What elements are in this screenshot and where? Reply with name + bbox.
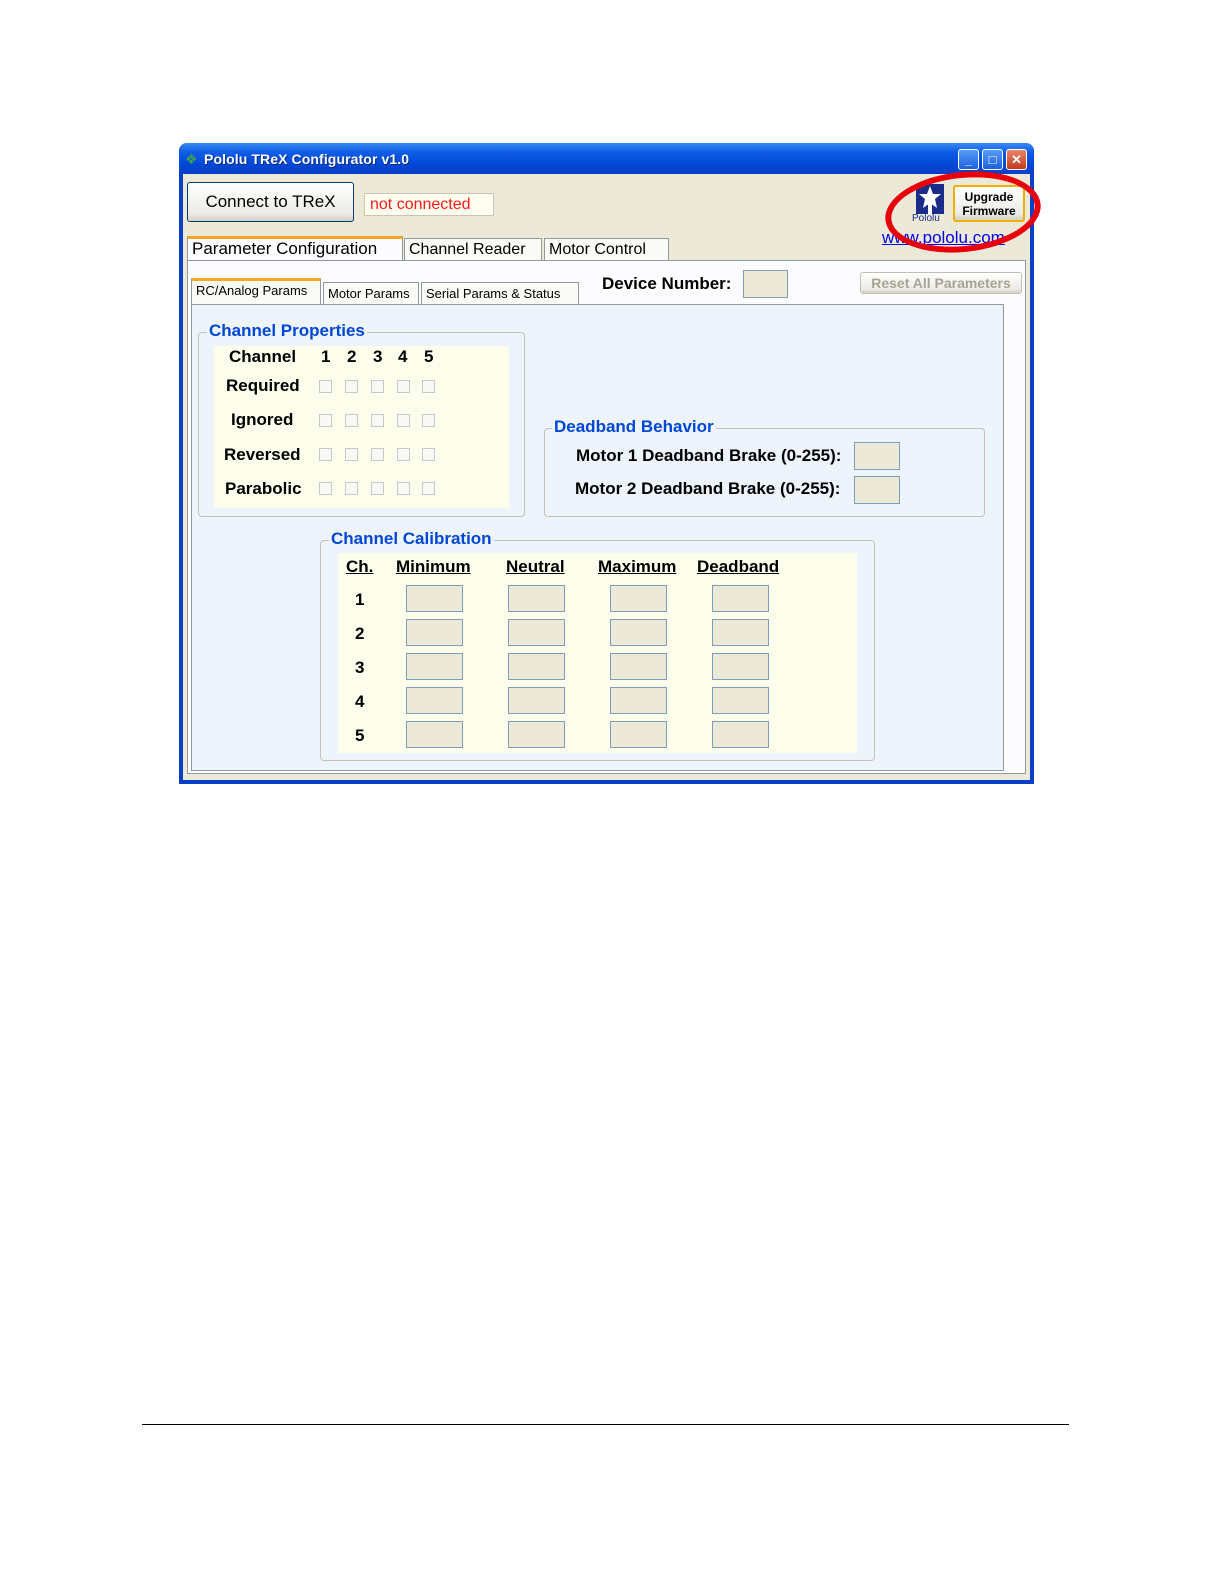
reset-all-parameters-button[interactable]: Reset All Parameters [860,272,1022,294]
calibration-col-maximum: Maximum [598,557,677,576]
required-ch5-checkbox[interactable] [422,380,435,393]
required-ch3-checkbox[interactable] [371,380,384,393]
ch3-maximum-input[interactable] [610,653,667,680]
calibration-row-2-label: 2 [355,624,365,643]
device-number-input[interactable] [743,270,788,298]
ignored-ch3-checkbox[interactable] [371,414,384,427]
ch5-minimum-input[interactable] [406,721,463,748]
parabolic-ch1-checkbox[interactable] [319,482,332,495]
ch1-maximum-input[interactable] [610,585,667,612]
subtab-motor-params[interactable]: Motor Params [323,282,419,304]
channel-properties-title: Channel Properties [207,321,367,341]
minimize-button[interactable]: _ [958,149,979,170]
motor1-deadband-input[interactable] [854,442,900,470]
window-title: Pololu TReX Configurator v1.0 [204,151,410,167]
channel-calibration-title: Channel Calibration [329,529,494,549]
calibration-row-4-label: 4 [355,692,365,711]
ch1-deadband-input[interactable] [712,585,769,612]
channel-header-label: Channel [229,347,297,366]
reversed-ch5-checkbox[interactable] [422,448,435,461]
title-bar[interactable]: ❖ Pololu TReX Configurator v1.0 _ □ ✕ [179,143,1034,174]
ch3-deadband-input[interactable] [712,653,769,680]
row-label-ignored: Ignored [231,410,294,429]
ignored-ch1-checkbox[interactable] [319,414,332,427]
ch4-maximum-input[interactable] [610,687,667,714]
calibration-col-deadband: Deadband [697,557,780,576]
row-label-required: Required [226,376,300,395]
parabolic-ch3-checkbox[interactable] [371,482,384,495]
connect-button[interactable]: Connect to TReX [187,182,354,222]
ch5-maximum-input[interactable] [610,721,667,748]
required-ch1-checkbox[interactable] [319,380,332,393]
device-number-label: Device Number: [602,274,732,293]
ch2-deadband-input[interactable] [712,619,769,646]
ch3-neutral-input[interactable] [508,653,565,680]
app-icon: ❖ [185,151,198,167]
ch1-neutral-input[interactable] [508,585,565,612]
ch4-deadband-input[interactable] [712,687,769,714]
calibration-row-5-label: 5 [355,726,365,745]
tab-parameter-configuration[interactable]: Parameter Configuration [187,236,403,262]
ch5-neutral-input[interactable] [508,721,565,748]
row-label-parabolic: Parabolic [225,479,302,498]
calibration-col-minimum: Minimum [396,557,471,576]
reversed-ch2-checkbox[interactable] [345,448,358,461]
app-window: ❖ Pololu TReX Configurator v1.0 _ □ ✕ Co… [179,143,1045,784]
motor2-deadband-label: Motor 2 Deadband Brake (0-255): [575,479,841,498]
maximize-button[interactable]: □ [982,149,1003,170]
ch4-minimum-input[interactable] [406,687,463,714]
connection-status: not connected [364,193,494,216]
ch5-deadband-input[interactable] [712,721,769,748]
calibration-row-1-label: 1 [355,590,365,609]
calibration-row-3-label: 3 [355,658,365,677]
channel-number-2: 2 [347,347,357,366]
reversed-ch4-checkbox[interactable] [397,448,410,461]
deadband-behavior-group [544,428,985,517]
ch3-minimum-input[interactable] [406,653,463,680]
client-area: Connect to TReX not connected Pololu Upg… [183,164,1045,780]
channel-number-5: 5 [424,347,434,366]
ch1-minimum-input[interactable] [406,585,463,612]
required-ch4-checkbox[interactable] [397,380,410,393]
row-label-reversed: Reversed [224,445,301,464]
subtab-rc-analog-params[interactable]: RC/Analog Params [191,278,321,305]
rc-analog-params-page: Channel Properties Channel 1 2 3 4 5 Req… [191,304,1004,771]
channel-number-4: 4 [398,347,408,366]
ch2-maximum-input[interactable] [610,619,667,646]
parabolic-ch2-checkbox[interactable] [345,482,358,495]
close-button[interactable]: ✕ [1006,149,1027,170]
parabolic-ch5-checkbox[interactable] [422,482,435,495]
calibration-col-neutral: Neutral [506,557,565,576]
tab-motor-control[interactable]: Motor Control [544,238,669,260]
subtab-serial-params-status[interactable]: Serial Params & Status [421,282,579,304]
parabolic-ch4-checkbox[interactable] [397,482,410,495]
ch4-neutral-input[interactable] [508,687,565,714]
motor2-deadband-input[interactable] [854,476,900,504]
required-ch2-checkbox[interactable] [345,380,358,393]
channel-number-1: 1 [321,347,331,366]
parameter-configuration-page: RC/Analog Params Motor Params Serial Par… [187,260,1026,774]
ch2-minimum-input[interactable] [406,619,463,646]
ch2-neutral-input[interactable] [508,619,565,646]
page-footer-rule [142,1424,1069,1425]
ignored-ch4-checkbox[interactable] [397,414,410,427]
calibration-col-ch: Ch. [346,557,374,576]
motor1-deadband-label: Motor 1 Deadband Brake (0-255): [576,446,842,465]
ignored-ch5-checkbox[interactable] [422,414,435,427]
channel-number-3: 3 [373,347,383,366]
tab-channel-reader[interactable]: Channel Reader [404,238,542,260]
reversed-ch1-checkbox[interactable] [319,448,332,461]
deadband-behavior-title: Deadband Behavior [552,417,716,437]
ignored-ch2-checkbox[interactable] [345,414,358,427]
reversed-ch3-checkbox[interactable] [371,448,384,461]
